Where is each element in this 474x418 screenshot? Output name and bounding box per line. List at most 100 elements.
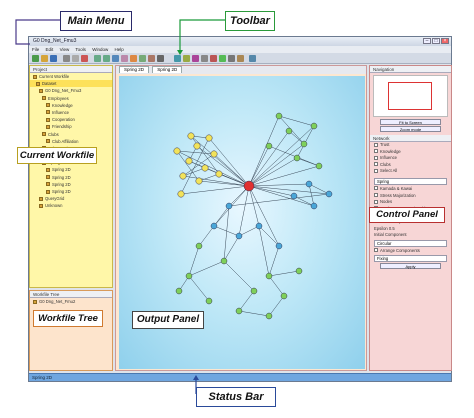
layout-option[interactable]: Stress Majorization	[370, 193, 451, 200]
network-node[interactable]	[325, 190, 333, 198]
tree-item[interactable]: Spring 2D	[30, 174, 112, 181]
network-option[interactable]: Trust	[370, 142, 451, 149]
stop-icon[interactable]	[210, 55, 217, 62]
tree-item[interactable]: G0 Dng_Net_Fmu3	[30, 87, 112, 94]
network-node[interactable]	[205, 297, 213, 305]
chart-icon[interactable]	[174, 55, 181, 62]
network-node[interactable]	[179, 172, 187, 180]
help-icon[interactable]	[249, 55, 256, 62]
network-option[interactable]: Clubs	[370, 162, 451, 169]
network-node[interactable]	[310, 122, 318, 130]
copy-icon[interactable]	[72, 55, 79, 62]
layout-option[interactable]: Nodes	[370, 199, 451, 206]
fit-to-screen-button[interactable]: Fit to Screen	[380, 119, 441, 125]
network-node[interactable]	[193, 142, 201, 150]
menu-window[interactable]: Window	[92, 47, 108, 52]
navigation-thumbnail[interactable]	[373, 75, 448, 117]
edge-icon[interactable]	[139, 55, 146, 62]
zoom-out-icon[interactable]	[103, 55, 110, 62]
network-node[interactable]	[235, 232, 243, 240]
tree-item[interactable]: Employees	[30, 95, 112, 102]
minimize-icon[interactable]: –	[423, 38, 431, 44]
menu-file[interactable]: File	[32, 47, 39, 52]
network-node[interactable]	[195, 177, 203, 185]
tree-item[interactable]: Unknown	[30, 202, 112, 209]
tree-item[interactable]: QueryGrid	[30, 195, 112, 202]
network-node[interactable]	[185, 272, 193, 280]
tree-item[interactable]: Dataset	[30, 80, 112, 88]
maximize-icon[interactable]: □	[432, 38, 440, 44]
arrange-select[interactable]: Fixing	[374, 255, 447, 263]
network-node[interactable]	[285, 127, 293, 135]
tree-item[interactable]: Clubs	[30, 131, 112, 138]
network-node[interactable]	[215, 170, 223, 178]
network-option[interactable]: Influence	[370, 155, 451, 162]
network-node[interactable]	[235, 307, 243, 315]
menu-edit[interactable]: Edit	[46, 47, 54, 52]
network-node[interactable]	[185, 157, 193, 165]
tree-item[interactable]: Influence	[30, 109, 112, 116]
tree-item[interactable]: Friendship	[30, 123, 112, 130]
save-icon[interactable]	[50, 55, 57, 62]
network-node[interactable]	[265, 312, 273, 320]
network-node[interactable]	[275, 242, 283, 250]
layout-select[interactable]: Spring	[374, 177, 447, 185]
matrix-icon[interactable]	[192, 55, 199, 62]
network-option[interactable]: Knowledge	[370, 149, 451, 156]
network-node[interactable]	[201, 164, 209, 172]
tree-item[interactable]: G0 Dng_Net_Fmu2	[30, 298, 112, 305]
tab-spring-2d-2[interactable]: Spring 2D	[152, 66, 183, 73]
filter-icon[interactable]	[121, 55, 128, 62]
cluster-icon[interactable]	[148, 55, 155, 62]
layout-option[interactable]: Kamada & Kawai	[370, 186, 451, 193]
network-node[interactable]	[265, 142, 273, 150]
network-node[interactable]	[250, 287, 258, 295]
tree-item[interactable]: Spring 2D	[30, 188, 112, 195]
palette-icon[interactable]	[237, 55, 244, 62]
network-node[interactable]	[300, 140, 308, 148]
network-node[interactable]	[315, 162, 323, 170]
zoom-in-icon[interactable]	[94, 55, 101, 62]
tree-item[interactable]: Club Affiliation	[30, 138, 112, 145]
network-node[interactable]	[210, 150, 218, 158]
grid-icon[interactable]	[228, 55, 235, 62]
network-node[interactable]	[173, 147, 181, 155]
viewport-frame[interactable]	[388, 82, 432, 110]
tree-item[interactable]: Current Workfile	[30, 73, 112, 80]
open-icon[interactable]	[41, 55, 48, 62]
network-node[interactable]	[255, 222, 263, 230]
network-node[interactable]	[305, 180, 313, 188]
initial-select[interactable]: Circular	[374, 239, 447, 247]
apply-button[interactable]: Apply	[380, 263, 441, 270]
network-node[interactable]	[280, 292, 288, 300]
tab-spring-2d[interactable]: Spring 2D	[119, 66, 150, 73]
network-node[interactable]	[290, 192, 298, 200]
settings-icon[interactable]	[157, 55, 164, 62]
zoom-mode-button[interactable]: Zoom mode	[380, 126, 441, 132]
layout-icon[interactable]	[112, 55, 119, 62]
table-icon[interactable]	[183, 55, 190, 62]
menu-tools[interactable]: Tools	[75, 47, 86, 52]
close-icon[interactable]: ×	[441, 38, 449, 44]
network-node[interactable]	[177, 190, 185, 198]
tree-item[interactable]: Spring 2D	[30, 166, 112, 173]
menu-help[interactable]: Help	[114, 47, 123, 52]
run-icon[interactable]	[219, 55, 226, 62]
network-node[interactable]	[187, 132, 195, 140]
node-icon[interactable]	[130, 55, 137, 62]
network-node[interactable]	[295, 267, 303, 275]
new-icon[interactable]	[32, 55, 39, 62]
tree-item[interactable]: Knowledge	[30, 102, 112, 109]
network-node[interactable]	[175, 287, 183, 295]
network-node[interactable]	[275, 112, 283, 120]
export-icon[interactable]	[201, 55, 208, 62]
delete-icon[interactable]	[81, 55, 88, 62]
param-row[interactable]: Epsilon 0.5	[370, 226, 451, 233]
network-node[interactable]	[220, 257, 228, 265]
arrange-option[interactable]: Arrange Components	[370, 248, 451, 255]
cut-icon[interactable]	[63, 55, 70, 62]
network-node[interactable]	[310, 202, 318, 210]
tree-item[interactable]: Spring 2D	[30, 181, 112, 188]
select-all-option[interactable]: Select All	[370, 168, 451, 175]
network-node[interactable]	[243, 180, 255, 192]
